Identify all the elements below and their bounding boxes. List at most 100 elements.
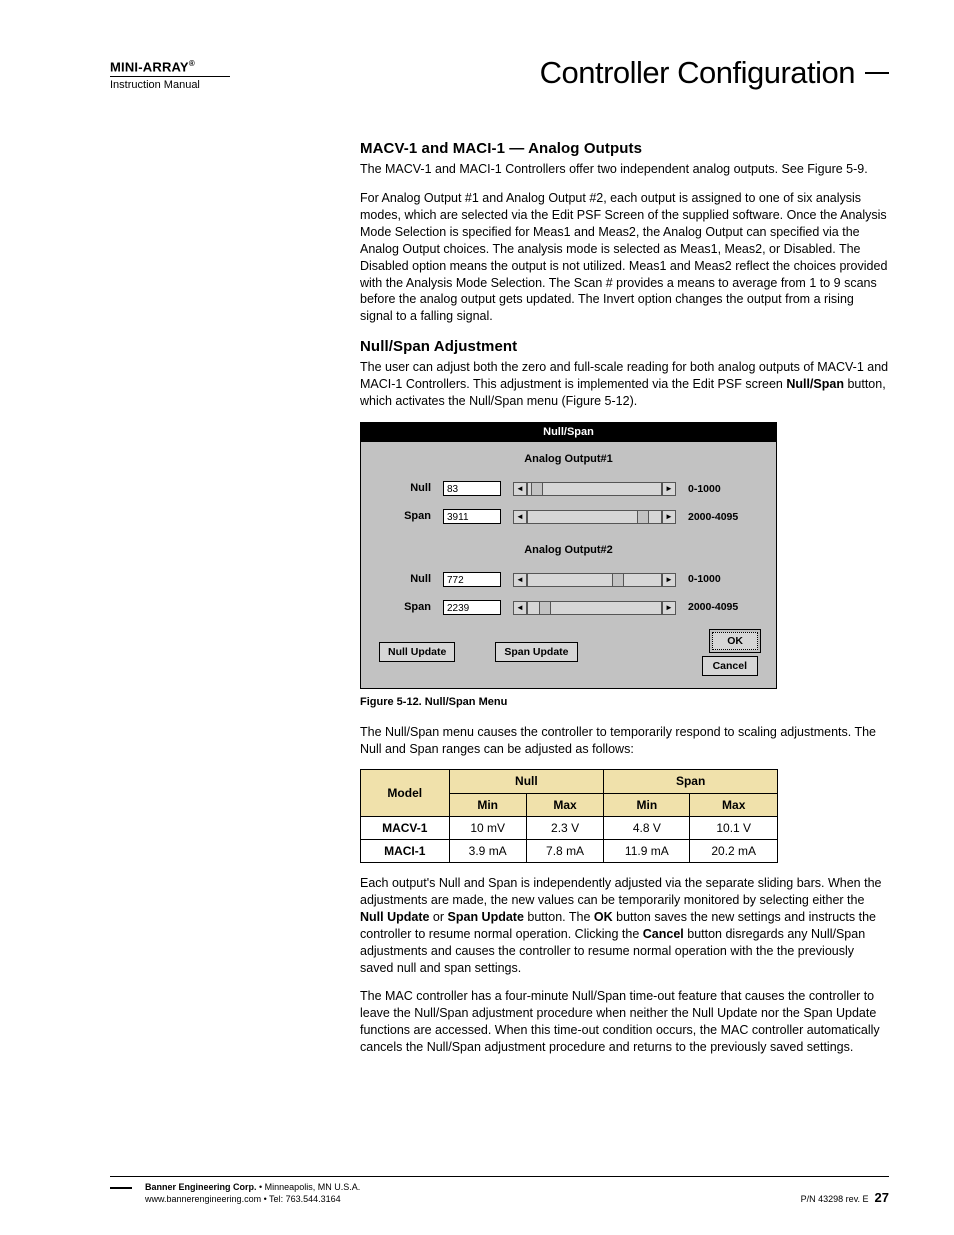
brand-text: MINI-ARRAY — [110, 59, 189, 74]
section2-heading: Null/Span Adjustment — [360, 337, 889, 357]
slider-left-icon[interactable]: ◄ — [513, 573, 527, 587]
cell: 10 mV — [449, 816, 526, 839]
subtitle: Instruction Manual — [110, 76, 230, 91]
ao2-label: Analog Output#2 — [379, 537, 758, 566]
footer-loc: • Minneapolis, MN U.S.A. — [257, 1182, 361, 1192]
section1-heading: MACV-1 and MACI-1 — Analog Outputs — [360, 139, 889, 159]
ao1-span-range: 2000-4095 — [688, 510, 758, 524]
slider-thumb[interactable] — [612, 573, 624, 587]
th-null: Null — [449, 770, 604, 793]
span-label: Span — [379, 509, 431, 524]
slider-track[interactable] — [527, 482, 662, 496]
t: Span Update — [448, 910, 524, 924]
section2-p1: The user can adjust both the zero and fu… — [360, 359, 889, 410]
cell: 3.9 mA — [449, 840, 526, 863]
null-label: Null — [379, 481, 431, 496]
t: or — [429, 910, 447, 924]
ao1-null-slider[interactable]: ◄ ► — [513, 481, 676, 497]
nullspan-dialog: Null/Span Analog Output#1 Null 83 ◄ ► 0-… — [360, 422, 777, 689]
table-row: MACV-1 10 mV 2.3 V 4.8 V 10.1 V — [361, 816, 778, 839]
footer-company: Banner Engineering Corp. — [145, 1182, 257, 1192]
th-span-max: Max — [690, 793, 778, 816]
ao1-label: Analog Output#1 — [379, 446, 758, 475]
ao2-null-input[interactable]: 772 — [443, 572, 501, 587]
table-row: MACI-1 3.9 mA 7.8 mA 11.9 mA 20.2 mA — [361, 840, 778, 863]
cell: MACI-1 — [361, 840, 450, 863]
slider-right-icon[interactable]: ► — [662, 601, 676, 615]
slider-thumb[interactable] — [531, 482, 543, 496]
ao1-null-range: 0-1000 — [688, 482, 758, 496]
slider-thumb[interactable] — [539, 601, 551, 615]
ao1-span-input[interactable]: 3911 — [443, 509, 501, 524]
ao2-span-row: Span 2239 ◄ ► 2000-4095 — [379, 594, 758, 622]
ok-button[interactable]: OK — [712, 632, 758, 650]
th-model: Model — [361, 770, 450, 816]
ao2-null-range: 0-1000 — [688, 572, 758, 586]
slider-track[interactable] — [527, 510, 662, 524]
section1-p1: The MACV-1 and MACI-1 Controllers offer … — [360, 161, 889, 178]
ao2-null-row: Null 772 ◄ ► 0-1000 — [379, 566, 758, 594]
cell: 10.1 V — [690, 816, 778, 839]
cell: MACV-1 — [361, 816, 450, 839]
figure-caption: Figure 5-12. Null/Span Menu — [360, 695, 889, 710]
header-right: Controller Configuration — [540, 55, 889, 91]
span-label: Span — [379, 600, 431, 615]
page-title: Controller Configuration — [540, 55, 855, 91]
slider-right-icon[interactable]: ► — [662, 573, 676, 587]
t: Cancel — [643, 927, 684, 941]
brand-sup: ® — [189, 59, 195, 68]
nullspan-table: Model Null Span Min Max Min Max MACV-1 1… — [360, 769, 778, 863]
ao1-null-input[interactable]: 83 — [443, 481, 501, 496]
p-after-table: Each output's Null and Span is independe… — [360, 875, 889, 976]
footer: Banner Engineering Corp. • Minneapolis, … — [110, 1176, 889, 1205]
slider-right-icon[interactable]: ► — [662, 482, 676, 496]
th-span-min: Min — [604, 793, 690, 816]
t: OK — [594, 910, 613, 924]
ao1-null-row: Null 83 ◄ ► 0-1000 — [379, 475, 758, 503]
after-fig-p: The Null/Span menu causes the controller… — [360, 724, 889, 758]
th-null-max: Max — [526, 793, 603, 816]
span-update-button[interactable]: Span Update — [495, 642, 577, 662]
slider-left-icon[interactable]: ◄ — [513, 482, 527, 496]
ao1-section: Analog Output#1 Null 83 ◄ ► 0-1000 Span … — [361, 442, 776, 533]
ao2-span-range: 2000-4095 — [688, 600, 758, 614]
page-number: 27 — [875, 1190, 889, 1205]
cancel-button[interactable]: Cancel — [702, 656, 758, 676]
cell: 20.2 mA — [690, 840, 778, 863]
t: button. The — [524, 910, 594, 924]
t: Each output's Null and Span is independe… — [360, 876, 881, 907]
null-update-button[interactable]: Null Update — [379, 642, 455, 662]
section1-p2: For Analog Output #1 and Analog Output #… — [360, 190, 889, 325]
slider-left-icon[interactable]: ◄ — [513, 601, 527, 615]
t: Null Update — [360, 910, 429, 924]
dialog-footer: Null Update Span Update OK Cancel — [361, 624, 776, 688]
slider-track[interactable] — [527, 573, 662, 587]
brand: MINI-ARRAY® — [110, 59, 230, 74]
p-last: The MAC controller has a four-minute Nul… — [360, 988, 889, 1056]
th-null-min: Min — [449, 793, 526, 816]
t: Null/Span — [786, 377, 844, 391]
slider-left-icon[interactable]: ◄ — [513, 510, 527, 524]
slider-right-icon[interactable]: ► — [662, 510, 676, 524]
ao2-null-slider[interactable]: ◄ ► — [513, 572, 676, 588]
ao1-span-row: Span 3911 ◄ ► 2000-4095 — [379, 503, 758, 531]
cell: 11.9 mA — [604, 840, 690, 863]
ao2-section: Analog Output#2 Null 772 ◄ ► 0-1000 Span… — [361, 533, 776, 624]
cell: 4.8 V — [604, 816, 690, 839]
header-left: MINI-ARRAY® Instruction Manual — [110, 59, 230, 91]
footer-left: Banner Engineering Corp. • Minneapolis, … — [145, 1181, 360, 1205]
ao2-span-slider[interactable]: ◄ ► — [513, 600, 676, 616]
ao2-span-input[interactable]: 2239 — [443, 600, 501, 615]
cell: 7.8 mA — [526, 840, 603, 863]
slider-track[interactable] — [527, 601, 662, 615]
cell: 2.3 V — [526, 816, 603, 839]
footer-contact: www.bannerengineering.com • Tel: 763.544… — [145, 1193, 360, 1205]
slider-thumb[interactable] — [637, 510, 649, 524]
dialog-title: Null/Span — [361, 423, 776, 442]
ao1-span-slider[interactable]: ◄ ► — [513, 509, 676, 525]
header-line-decoration — [865, 72, 889, 74]
footer-pn: P/N 43298 rev. E — [801, 1194, 869, 1204]
content: MACV-1 and MACI-1 — Analog Outputs The M… — [360, 139, 889, 1068]
th-span: Span — [604, 770, 778, 793]
page-header: MINI-ARRAY® Instruction Manual Controlle… — [110, 55, 889, 91]
